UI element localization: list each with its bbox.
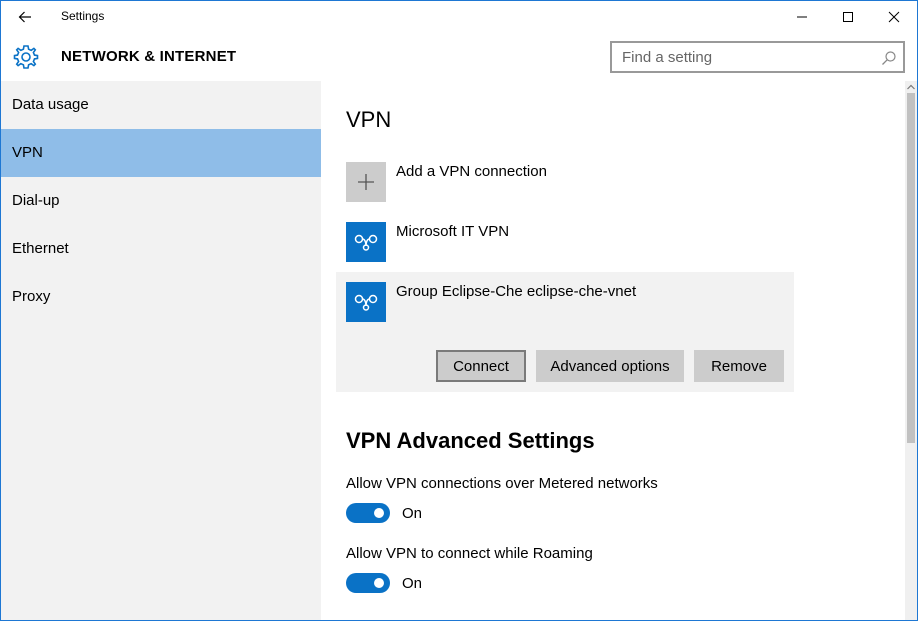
minimize-button[interactable]	[779, 1, 825, 33]
connect-button[interactable]: Connect	[436, 350, 526, 382]
scroll-up-button[interactable]	[905, 81, 917, 93]
vpn-connection-name: Group Eclipse-Che eclipse-che-vnet	[396, 283, 637, 300]
vertical-scrollbar[interactable]	[905, 81, 917, 620]
section-title: NETWORK & INTERNET	[61, 48, 237, 65]
sidebar-item-ethernet[interactable]: Ethernet	[1, 225, 321, 273]
vpn-icon	[354, 234, 378, 251]
sidebar-item-proxy[interactable]: Proxy	[1, 273, 321, 321]
search-placeholder: Find a setting	[622, 49, 713, 66]
vpn-connection-item-expanded[interactable]: Group Eclipse-Che eclipse-che-vnet Conne…	[336, 272, 794, 392]
advanced-settings-heading: VPN Advanced Settings	[346, 428, 595, 453]
metered-toggle-state: On	[402, 505, 423, 522]
roaming-toggle-state: On	[402, 575, 423, 592]
back-arrow-icon	[18, 11, 31, 23]
minimize-icon	[797, 16, 807, 18]
main-content: VPN Add a VPN connection Microsoft IT VP…	[321, 81, 906, 620]
add-vpn-label: Add a VPN connection	[396, 163, 547, 180]
add-tile	[346, 162, 386, 202]
vpn-tile	[346, 282, 386, 322]
toggle-knob	[374, 578, 384, 588]
title-bar: Settings	[1, 1, 917, 33]
toggle-knob	[374, 508, 384, 518]
page-title: VPN	[346, 107, 392, 132]
add-vpn-connection-button[interactable]: Add a VPN connection	[336, 152, 794, 212]
roaming-setting-label: Allow VPN to connect while Roaming	[346, 545, 593, 562]
close-button[interactable]	[871, 1, 917, 33]
plus-icon	[358, 174, 374, 190]
page-header: NETWORK & INTERNET Find a setting	[1, 33, 917, 81]
vpn-icon	[354, 294, 378, 311]
search-input[interactable]: Find a setting	[610, 41, 905, 73]
metered-toggle[interactable]	[346, 503, 390, 523]
metered-setting-label: Allow VPN connections over Metered netwo…	[346, 475, 658, 492]
chevron-up-icon	[907, 84, 915, 90]
scrollbar-thumb[interactable]	[907, 93, 915, 443]
sidebar: Data usage VPN Dial-up Ethernet Proxy	[1, 81, 321, 620]
settings-window: Settings NETWORK & INTERNET Find a setti…	[0, 0, 918, 621]
sidebar-item-data-usage[interactable]: Data usage	[1, 81, 321, 129]
search-icon[interactable]	[881, 50, 897, 66]
roaming-toggle[interactable]	[346, 573, 390, 593]
maximize-button[interactable]	[825, 1, 871, 33]
gear-icon	[13, 45, 39, 69]
vpn-tile	[346, 222, 386, 262]
vpn-connection-item[interactable]: Microsoft IT VPN	[336, 212, 794, 272]
remove-button[interactable]: Remove	[694, 350, 784, 382]
window-title: Settings	[61, 9, 105, 23]
sidebar-item-dial-up[interactable]: Dial-up	[1, 177, 321, 225]
maximize-icon	[843, 12, 853, 22]
sidebar-item-vpn[interactable]: VPN	[1, 129, 321, 177]
back-button[interactable]	[1, 1, 49, 33]
vpn-connection-name: Microsoft IT VPN	[396, 223, 510, 240]
close-icon	[888, 11, 900, 23]
advanced-options-button[interactable]: Advanced options	[536, 350, 684, 382]
